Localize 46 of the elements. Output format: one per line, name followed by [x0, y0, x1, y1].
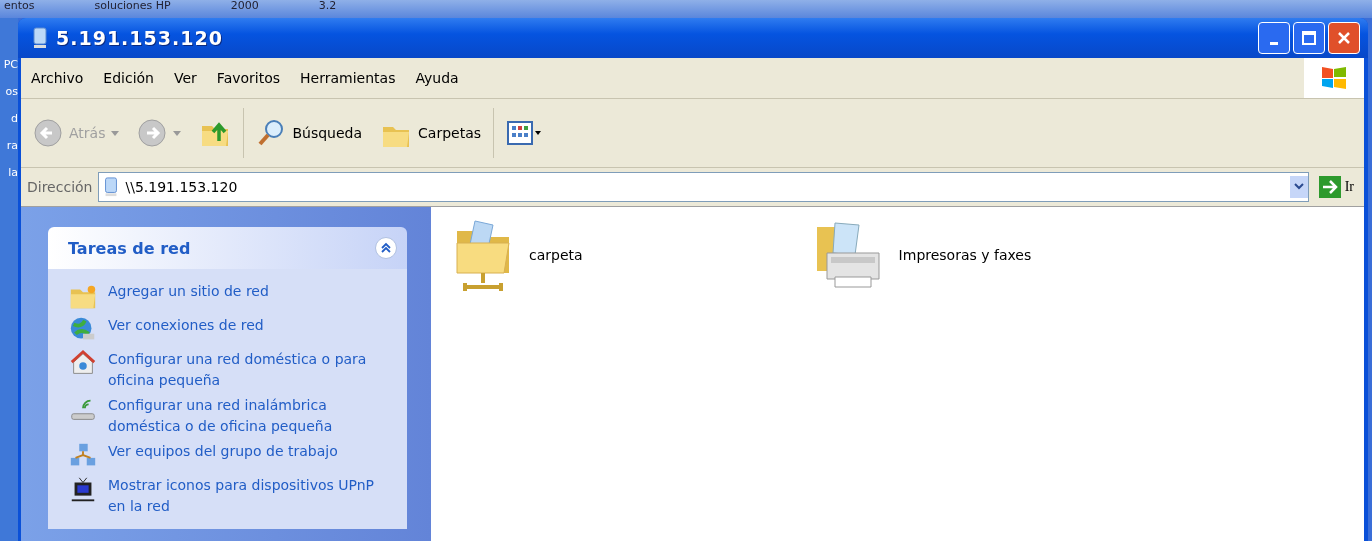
- close-button[interactable]: [1328, 22, 1360, 54]
- views-grid-icon: [506, 118, 543, 148]
- close-icon: [1336, 30, 1352, 46]
- desktop-icon-label: entos: [4, 0, 35, 12]
- go-button[interactable]: Ir: [1314, 176, 1358, 198]
- task-link[interactable]: Configurar una red doméstica o para oficina pequeña: [108, 349, 395, 391]
- task-link[interactable]: Ver conexiones de red: [108, 315, 264, 336]
- folders-button[interactable]: Carpetas: [374, 114, 488, 152]
- task-link[interactable]: Configurar una red inalámbrica doméstica o de oficina pequeña: [108, 395, 395, 437]
- desktop-icon-label: la: [8, 166, 18, 179]
- item-label[interactable]: carpeta: [529, 247, 583, 263]
- desktop-icon-label: 2000: [230, 0, 259, 12]
- maximize-button[interactable]: [1293, 22, 1325, 54]
- caret-icon: [173, 130, 182, 136]
- chevron-down-icon: [1293, 183, 1304, 191]
- minimize-icon: [1270, 41, 1278, 45]
- desktop-icon-label: ra: [6, 139, 18, 152]
- task-link[interactable]: Agregar un sitio de red: [108, 281, 269, 302]
- desktop-icon-label: soluciones HP: [94, 0, 171, 12]
- search-button[interactable]: Búsqueda: [250, 114, 369, 152]
- menu-item[interactable]: Archivo: [21, 70, 94, 86]
- maximize-icon: [1301, 30, 1317, 46]
- address-field[interactable]: \\5.191.153.120: [98, 172, 1309, 202]
- right-arrow-icon: [1318, 176, 1341, 198]
- menu-item[interactable]: Herramientas: [290, 70, 406, 86]
- collapse-button[interactable]: [375, 237, 397, 259]
- address-label: Dirección: [27, 179, 93, 195]
- dropdown-button[interactable]: [1289, 176, 1308, 198]
- caret-icon: [111, 130, 120, 136]
- double-chevron-icon: [380, 242, 392, 254]
- menu-item[interactable]: Favoritos: [206, 70, 291, 86]
- network-computer-icon: [103, 177, 120, 197]
- menu-item[interactable]: Ver: [164, 70, 207, 86]
- item-label[interactable]: Impresoras y faxes: [898, 247, 1032, 263]
- desktop-icon-label: 3.2: [318, 0, 337, 12]
- minimize-button[interactable]: [1258, 22, 1290, 54]
- network-computer-icon: [32, 27, 48, 49]
- task-link[interactable]: Ver equipos del grupo de trabajo: [108, 441, 338, 462]
- menu-item[interactable]: Ayuda: [405, 70, 469, 86]
- desktop-icon-label: os: [5, 85, 18, 98]
- window-title: 5.191.153.120: [56, 27, 223, 49]
- task-link[interactable]: Mostrar iconos para dispositivos UPnP en la red: [108, 475, 395, 517]
- desktop-icon-label: PC: [3, 58, 18, 71]
- desktop-icon-label: d: [11, 112, 18, 125]
- menu-item[interactable]: Edición: [93, 70, 164, 86]
- panel-title: Tareas de red: [68, 238, 191, 258]
